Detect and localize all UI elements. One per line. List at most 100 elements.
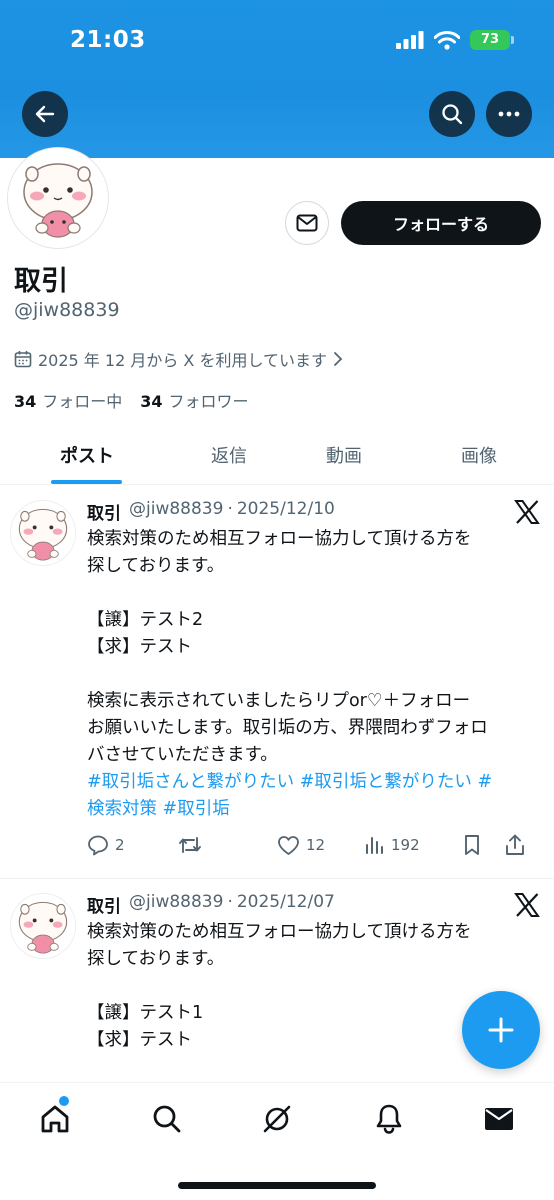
grok-icon	[263, 1105, 291, 1133]
repost-button[interactable]	[177, 834, 277, 856]
post-separator: ·	[227, 892, 233, 912]
post-line: バさせていただきます。	[87, 745, 278, 765]
post-header: 取引 @jiw88839 · 2025/12/07	[87, 892, 335, 917]
search-icon	[153, 1105, 181, 1133]
followers-link[interactable]: 34 フォロワー	[140, 388, 248, 412]
wifi-icon	[434, 30, 460, 50]
post-line: 検索に表示されていましたらリプor♡＋フォロー	[87, 691, 471, 711]
arrow-left-icon	[35, 105, 55, 123]
nav-home[interactable]	[30, 1096, 80, 1139]
reply-count: 2	[115, 836, 125, 854]
display-name: 取引	[14, 266, 68, 297]
calendar-icon	[14, 351, 32, 368]
post-line: 【譲】テスト2	[87, 610, 204, 630]
signal-icon	[396, 31, 424, 49]
home-indicator[interactable]	[178, 1182, 376, 1189]
post-author-name[interactable]: 取引	[87, 499, 121, 524]
share-button[interactable]	[505, 834, 535, 856]
heart-icon	[278, 835, 299, 855]
x-logo-icon	[514, 500, 540, 524]
nav-grok[interactable]	[252, 1099, 302, 1139]
search-button[interactable]	[429, 91, 475, 137]
post-item[interactable]: 取引 @jiw88839 · 2025/12/10 検索対策のため相互フォロー協…	[0, 486, 554, 879]
post-line: 検索対策のため相互フォロー協力して頂ける方を	[87, 922, 472, 942]
following-count: 34	[14, 392, 37, 411]
profile-avatar[interactable]	[8, 148, 108, 248]
post-separator: ·	[227, 499, 233, 519]
bell-icon	[376, 1104, 402, 1134]
views-count: 192	[391, 836, 420, 854]
joined-text: 2025 年 12 月から X を利用しています	[38, 351, 327, 370]
views-button[interactable]: 192	[365, 835, 463, 855]
bookmark-button[interactable]	[463, 834, 505, 856]
reply-icon	[88, 835, 108, 856]
avatar-image	[12, 152, 104, 244]
views-icon	[366, 837, 383, 854]
profile-handle: @jiw88839	[14, 299, 120, 321]
post-avatar[interactable]	[10, 893, 76, 959]
status-icons: 73	[396, 30, 514, 50]
followers-count: 34	[140, 392, 163, 411]
active-tab-indicator	[51, 480, 122, 484]
nav-messages[interactable]	[474, 1099, 524, 1139]
post-actions: 2 12 192	[87, 834, 543, 856]
hashtag-line[interactable]: 検索対策 #取引垢	[87, 796, 543, 823]
notification-dot	[59, 1096, 69, 1106]
follow-stats: 34 フォロー中 34 フォロワー	[14, 388, 249, 412]
back-button[interactable]	[22, 91, 68, 137]
more-icon	[498, 111, 520, 117]
tab-images[interactable]: 画像	[422, 425, 536, 485]
post-date[interactable]: 2025/12/07	[237, 892, 335, 917]
profile-banner	[0, 0, 554, 158]
nav-notifications[interactable]	[364, 1099, 414, 1139]
like-count: 12	[306, 836, 326, 854]
post-date[interactable]: 2025/12/10	[237, 499, 335, 524]
hashtag-line[interactable]: #取引垢さんと繋がりたい #取引垢と繋がりたい #	[87, 769, 543, 796]
post-line: 【求】テスト	[87, 637, 192, 657]
chevron-right-icon	[334, 352, 343, 366]
post-line: お願いいたします。取引垢の方、界隈問わずフォロ	[87, 718, 488, 738]
battery-indicator: 73	[470, 30, 514, 50]
share-icon	[506, 834, 524, 855]
post-header: 取引 @jiw88839 · 2025/12/10	[87, 499, 335, 524]
profile-tabs: ポスト 返信 動画 画像	[0, 425, 554, 485]
following-label: フォロー中	[42, 392, 123, 411]
post-line: 探しております。	[87, 556, 225, 576]
post-item[interactable]: 取引 @jiw88839 · 2025/12/07 検索対策のため相互フォロー協…	[0, 879, 554, 1089]
post-author-handle[interactable]: @jiw88839	[129, 892, 223, 917]
search-icon	[442, 104, 463, 125]
tab-replies[interactable]: 返信	[172, 425, 286, 485]
like-button[interactable]: 12	[277, 835, 365, 856]
more-button[interactable]	[486, 91, 532, 137]
compose-button[interactable]	[462, 991, 540, 1069]
post-author-name[interactable]: 取引	[87, 892, 121, 917]
mail-icon	[296, 214, 318, 232]
post-author-handle[interactable]: @jiw88839	[129, 499, 223, 524]
x-logo-icon	[514, 893, 540, 917]
post-line: 検索対策のため相互フォロー協力して頂ける方を	[87, 529, 472, 549]
message-button[interactable]	[285, 201, 329, 245]
reply-button[interactable]: 2	[87, 834, 177, 856]
tab-posts[interactable]: ポスト	[30, 425, 144, 485]
followers-label: フォロワー	[168, 392, 249, 411]
home-icon	[41, 1105, 69, 1133]
post-line: 探しております。	[87, 949, 225, 969]
tab-videos[interactable]: 動画	[287, 425, 401, 485]
mail-icon	[485, 1108, 513, 1130]
post-text: 検索対策のため相互フォロー協力して頂ける方を 探しております。 【譲】テスト2 …	[87, 526, 543, 823]
post-avatar[interactable]	[10, 500, 76, 566]
following-link[interactable]: 34 フォロー中	[14, 388, 122, 412]
avatar-image	[11, 501, 75, 565]
nav-search[interactable]	[142, 1099, 192, 1139]
bottom-nav	[0, 1082, 554, 1200]
joined-date[interactable]: 2025 年 12 月から X を利用しています	[14, 347, 343, 371]
profile-page: 21:03 73 フォローする 取引 @jiw88839 2025 年 12 月…	[0, 0, 554, 1200]
avatar-image	[11, 894, 75, 958]
repost-icon	[179, 837, 201, 853]
plus-icon	[488, 1017, 514, 1043]
status-time: 21:03	[70, 27, 146, 53]
bookmark-icon	[465, 835, 479, 855]
follow-button[interactable]: フォローする	[341, 201, 541, 245]
